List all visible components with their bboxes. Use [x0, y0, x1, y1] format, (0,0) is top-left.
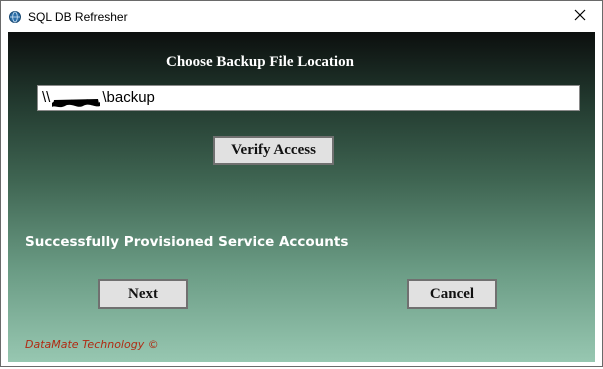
status-message: Successfully Provisioned Service Account…: [25, 234, 349, 250]
app-window: SQL DB Refresher Choose Backup File Loca…: [0, 0, 603, 367]
backup-path-input[interactable]: \\ \backup: [37, 85, 580, 111]
verify-access-button[interactable]: Verify Access: [213, 136, 334, 165]
close-button[interactable]: [558, 1, 602, 32]
form-panel: Choose Backup File Location \\ \backup V…: [8, 32, 595, 362]
path-prefix: \\: [42, 89, 51, 106]
copyright-footer: DataMate Technology ©: [25, 338, 159, 351]
window-title: SQL DB Refresher: [28, 10, 128, 24]
close-icon: [574, 8, 586, 26]
path-suffix: \backup: [102, 89, 155, 106]
next-button[interactable]: Next: [98, 279, 188, 309]
title-bar[interactable]: SQL DB Refresher: [1, 1, 602, 32]
form-heading: Choose Backup File Location: [166, 54, 354, 70]
cancel-button[interactable]: Cancel: [407, 279, 497, 309]
app-globe-icon: [9, 10, 21, 23]
redacted-server-name: [51, 92, 101, 108]
